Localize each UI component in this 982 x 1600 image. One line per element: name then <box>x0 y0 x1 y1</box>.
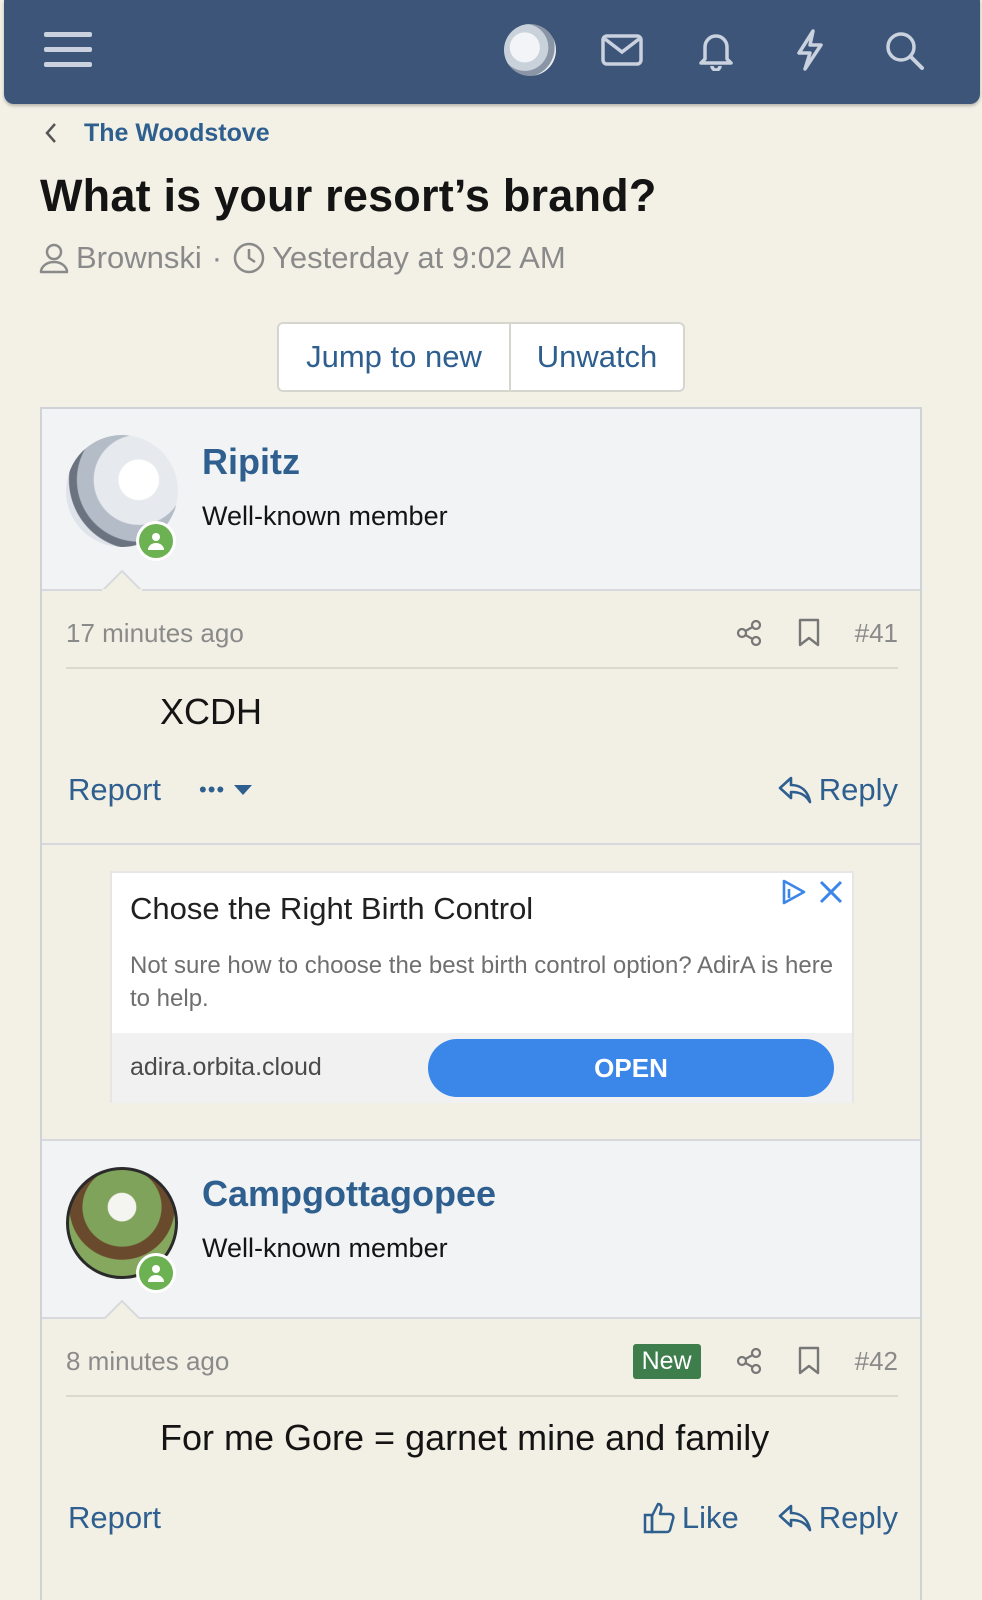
report-link[interactable]: Report <box>68 1500 161 1536</box>
thumbs-up-icon <box>643 1502 675 1534</box>
avatar-image <box>504 24 556 76</box>
caret-icon <box>102 1299 142 1321</box>
thread-button-group: Jump to new Unwatch <box>277 322 685 392</box>
reply-label: Reply <box>818 772 898 807</box>
caret-icon <box>102 569 142 591</box>
page-title: What is your resort’s brand? <box>40 170 657 221</box>
avatar[interactable] <box>66 1167 178 1293</box>
divider <box>42 843 920 845</box>
caret-down-icon <box>234 785 253 795</box>
report-link[interactable]: Report <box>68 772 161 808</box>
share-icon[interactable] <box>735 1347 763 1375</box>
user-title: Well-known member <box>202 1233 448 1263</box>
reply-button[interactable]: Reply <box>777 772 898 808</box>
ad-description: Not sure how to choose the best birth co… <box>130 952 834 1012</box>
reply-label: Reply <box>818 1500 898 1535</box>
meta-separator: · <box>211 240 223 275</box>
ad-footer: adira.orbita.cloud OPEN <box>112 1033 852 1103</box>
post-user-header: Campgottagopee Well-known member <box>42 1139 920 1321</box>
post-actions: Report ••• Reply <box>68 765 898 815</box>
bolt-icon[interactable] <box>780 20 840 80</box>
bell-icon[interactable] <box>686 20 746 80</box>
avatar[interactable] <box>66 435 178 561</box>
more-options-button[interactable]: ••• <box>199 777 253 803</box>
thread-author[interactable]: Brownski <box>76 240 202 276</box>
post-number[interactable]: #41 <box>855 618 898 649</box>
breadcrumb-link[interactable]: The Woodstove <box>84 119 270 148</box>
ad-domain: adira.orbita.cloud <box>130 1053 322 1081</box>
jump-to-new-button[interactable]: Jump to new <box>279 324 509 390</box>
reply-icon <box>778 1504 812 1532</box>
bookmark-icon[interactable] <box>797 618 821 648</box>
post-time[interactable]: 17 minutes ago <box>66 618 244 649</box>
reply-icon <box>778 776 812 804</box>
clock-icon <box>233 242 265 274</box>
thread-meta: Brownski · Yesterday at 9:02 AM <box>38 240 566 276</box>
online-indicator-icon <box>136 1253 176 1293</box>
search-icon[interactable] <box>874 20 934 80</box>
reply-button[interactable]: Reply <box>777 1500 898 1536</box>
ad-title[interactable]: Chose the Right Birth Control <box>130 891 533 927</box>
post-body: XCDH <box>160 691 263 732</box>
user-avatar[interactable] <box>500 20 560 80</box>
post-actions: Report Like Reply <box>68 1493 898 1543</box>
post-number[interactable]: #42 <box>855 1346 898 1377</box>
new-badge: New <box>632 1343 701 1379</box>
top-nav-bar <box>4 0 980 104</box>
post-time[interactable]: 8 minutes ago <box>66 1346 229 1377</box>
like-label: Like <box>681 1500 739 1535</box>
like-button[interactable]: Like <box>642 1500 739 1536</box>
posts-container: Ripitz Well-known member 17 minutes ago … <box>40 407 922 1600</box>
share-icon[interactable] <box>735 619 763 647</box>
unwatch-button[interactable]: Unwatch <box>509 324 683 390</box>
advertisement[interactable]: Chose the Right Birth Control Not sure h… <box>110 871 854 1103</box>
chevron-left-icon <box>44 118 64 148</box>
ad-controls <box>778 877 846 907</box>
username[interactable]: Ripitz <box>202 441 300 483</box>
post-user-header: Ripitz Well-known member <box>42 409 920 591</box>
ad-open-button[interactable]: OPEN <box>428 1039 834 1097</box>
post-meta: 17 minutes ago #41 <box>66 599 898 669</box>
post-body: For me Gore = garnet mine and family <box>160 1417 770 1458</box>
adchoices-icon[interactable] <box>778 877 808 907</box>
breadcrumb[interactable]: The Woodstove <box>44 118 270 148</box>
more-dots: ••• <box>199 777 226 802</box>
post-meta: 8 minutes ago New #42 <box>66 1327 898 1397</box>
username[interactable]: Campgottagopee <box>202 1173 496 1215</box>
bookmark-icon[interactable] <box>797 1346 821 1376</box>
close-icon[interactable] <box>816 877 846 907</box>
online-indicator-icon <box>136 521 176 561</box>
menu-icon[interactable] <box>38 20 98 80</box>
user-icon <box>39 243 69 274</box>
thread-date[interactable]: Yesterday at 9:02 AM <box>272 240 566 276</box>
user-title: Well-known member <box>202 501 448 531</box>
mail-icon[interactable] <box>592 20 652 80</box>
